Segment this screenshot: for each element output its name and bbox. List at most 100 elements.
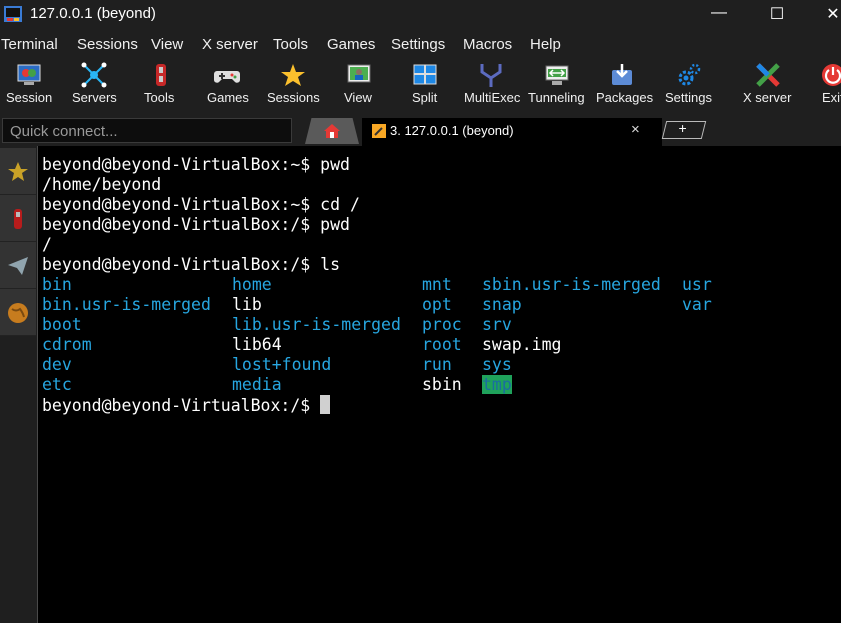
sidebar-sessions-button[interactable] [0, 148, 36, 195]
minimize-button[interactable]: — [704, 4, 734, 22]
menu-macros[interactable]: Macros [463, 36, 512, 53]
menu-tools[interactable]: Tools [273, 36, 308, 53]
tab-bar: Quick connect... 3. 127.0.0.1 (beyond) ×… [0, 117, 841, 146]
menu-x-server[interactable]: X server [202, 36, 258, 53]
split-icon [413, 64, 437, 85]
ls-entry: run [422, 355, 452, 374]
multiexec-button[interactable]: MultiExec [460, 57, 522, 115]
ls-entry: sbin [422, 375, 462, 394]
exit-button[interactable]: Exit [812, 57, 841, 115]
ls-entry: sbin.usr-is-merged [482, 275, 661, 294]
ls-entry: mnt [422, 275, 452, 294]
ls-entry: root [422, 335, 462, 354]
multiexec-label: MultiExec [464, 90, 521, 105]
sidebar-globe-button[interactable] [0, 289, 36, 336]
tunneling-label: Tunneling [528, 90, 585, 105]
star-icon [8, 162, 28, 181]
quick-connect-placeholder: Quick connect... [10, 123, 118, 140]
sidebar-tools-button[interactable] [0, 195, 36, 242]
menu-help[interactable]: Help [530, 36, 561, 53]
terminal-prompt-line: beyond@beyond-VirtualBox:/$ [42, 395, 331, 415]
ls-entry: lib [232, 295, 262, 314]
menu-games[interactable]: Games [327, 36, 375, 53]
packages-button[interactable]: Packages [594, 57, 654, 115]
split-button[interactable]: Split [406, 57, 446, 115]
settings-button[interactable]: Settings [662, 57, 718, 115]
packages-icon [612, 64, 632, 85]
servers-icon [81, 62, 107, 88]
sessions-button[interactable]: Sessions [262, 57, 324, 115]
ls-entry: cdrom [42, 335, 92, 354]
terminal-line: / [42, 235, 52, 254]
view-button[interactable]: View [340, 57, 380, 115]
ls-entry: media [232, 375, 282, 394]
games-label: Games [207, 90, 249, 105]
ls-entry: var [682, 295, 712, 314]
ls-entry: proc [422, 315, 462, 334]
ls-entry: sys [482, 355, 512, 374]
session-label: Session [6, 90, 53, 105]
ls-entry: etc [42, 375, 72, 394]
servers-button[interactable]: Servers [64, 57, 124, 115]
session-button[interactable]: Session [0, 57, 56, 115]
home-tab[interactable] [305, 118, 359, 144]
session-icon [17, 64, 41, 85]
terminal-area[interactable]: beyond@beyond-VirtualBox:~$ pwd /home/be… [38, 146, 841, 623]
multiexec-icon [480, 64, 502, 87]
view-label: View [344, 90, 372, 105]
x-server-label: X server [743, 90, 792, 105]
side-panel [0, 146, 38, 623]
menu-terminal[interactable]: Terminal [1, 36, 58, 53]
mobaxterm-app-icon [4, 6, 22, 22]
sidebar-send-button[interactable] [0, 242, 36, 289]
ls-entry: lost+found [232, 355, 332, 374]
ls-entry: swap.img [482, 335, 562, 354]
ls-entry: tmp [482, 375, 512, 394]
new-tab-button[interactable]: + [661, 120, 707, 139]
close-window-button[interactable]: ✕ [818, 4, 841, 24]
menu-sessions[interactable]: Sessions [77, 36, 138, 53]
ls-entry: home [232, 275, 272, 294]
ls-entry: opt [422, 295, 452, 314]
ls-entry: snap [482, 295, 522, 314]
ls-entry: boot [42, 315, 82, 334]
menu-settings[interactable]: Settings [391, 36, 445, 53]
tools-icon [156, 64, 166, 86]
prompt-text: beyond@beyond-VirtualBox:/$ [42, 396, 321, 415]
sessions-label: Sessions [267, 90, 320, 105]
games-icon [214, 71, 240, 83]
menu-view[interactable]: View [151, 36, 183, 53]
tools-button[interactable]: Tools [136, 57, 186, 115]
quick-connect-input[interactable]: Quick connect... [2, 118, 292, 143]
title-bar: 127.0.0.1 (beyond) — ☐ ✕ [0, 0, 841, 29]
paper-plane-icon [8, 257, 28, 275]
tab-close-icon[interactable]: × [631, 121, 640, 138]
ssh-tab-icon [372, 124, 386, 138]
tunneling-icon [545, 65, 569, 85]
plus-icon: + [678, 120, 687, 136]
servers-label: Servers [72, 90, 117, 105]
xserver-icon [756, 63, 780, 87]
ls-entry: bin.usr-is-merged [42, 295, 211, 314]
terminal-line: /home/beyond [42, 175, 162, 194]
ls-entry: bin [42, 275, 72, 294]
terminal-line: beyond@beyond-VirtualBox:/$ pwd [42, 215, 350, 234]
home-icon [324, 124, 340, 138]
star-icon [281, 64, 305, 86]
globe-icon [8, 303, 28, 323]
terminal-line: beyond@beyond-VirtualBox:~$ cd / [42, 195, 360, 214]
tunneling-button[interactable]: Tunneling [526, 57, 588, 115]
view-icon [347, 64, 371, 83]
settings-label: Settings [665, 90, 712, 105]
ls-entry: srv [482, 315, 512, 334]
window-title: 127.0.0.1 (beyond) [30, 5, 156, 22]
power-icon [822, 64, 841, 86]
terminal-line: beyond@beyond-VirtualBox:/$ ls [42, 255, 341, 274]
x-server-button[interactable]: X server [740, 57, 796, 115]
packages-label: Packages [596, 90, 654, 105]
ls-entry: lib64 [232, 335, 282, 354]
exit-label: Exit [822, 90, 841, 105]
games-button[interactable]: Games [198, 57, 254, 115]
maximize-button[interactable]: ☐ [762, 4, 792, 24]
split-label: Split [412, 90, 438, 105]
